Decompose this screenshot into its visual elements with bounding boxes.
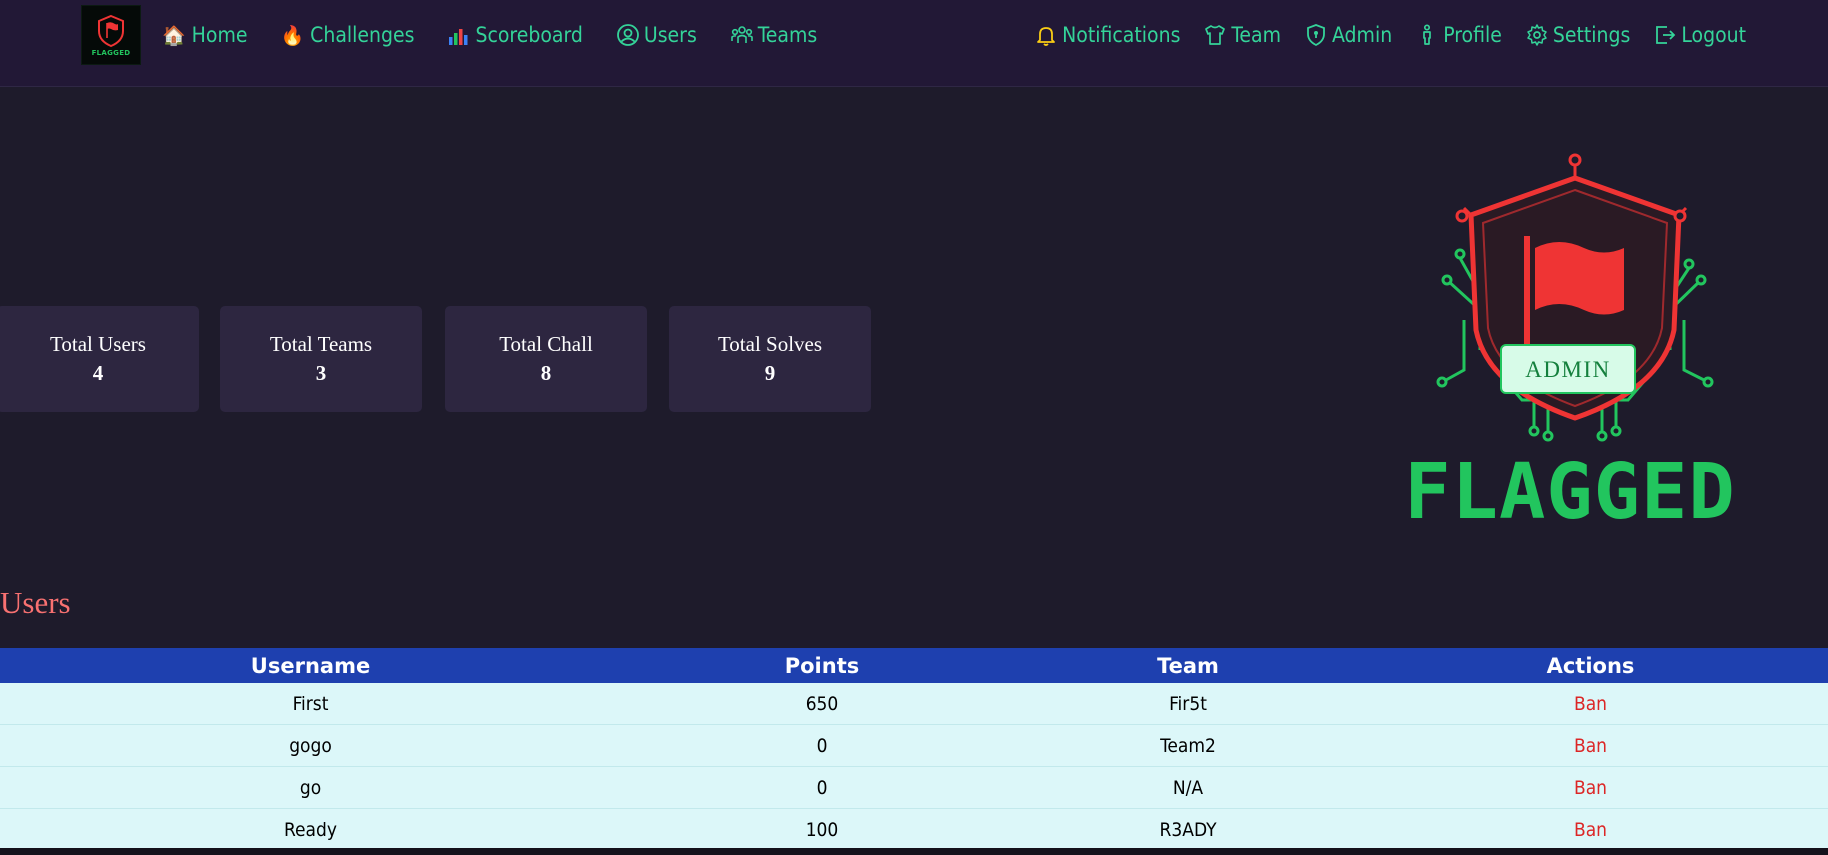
ban-button[interactable]: Ban [1353,766,1828,809]
users-table: Username Points Team Actions First 650 F… [0,648,1828,851]
cell-team: R3ADY [1023,808,1353,851]
emblem-badge-text: ADMIN [1525,357,1610,382]
brand-logo-text: FLAGGED [91,48,131,57]
cell-points: 0 [621,724,1023,767]
stat-label: Total Chall [499,332,593,356]
column-header-team: Team [1023,648,1353,683]
ban-button[interactable]: Ban [1353,808,1828,851]
stat-label: Total Solves [717,332,823,356]
users-section-title: Users [0,585,71,620]
ban-button[interactable]: Ban [1353,724,1828,767]
user-circle-icon [616,24,639,46]
nav-admin-label: Admin [1332,23,1393,47]
table-header-row: Username Points Team Actions [0,648,1828,683]
stat-label: Total Users [50,332,146,356]
stat-card-challenges: Total Chall 8 [445,306,647,412]
bar-chart-icon [449,29,468,45]
cell-team: Fir5t [1023,683,1353,725]
column-header-username: Username [0,648,621,683]
brand-logo[interactable]: FLAGGED [81,5,141,65]
stat-value: 3 [315,361,327,385]
cell-points: 650 [621,683,1023,725]
nav-scoreboard-label: Scoreboard [475,23,583,47]
nav-challenges-link[interactable]: 🔥 Challenges [280,23,414,47]
nav-profile-label: Profile [1443,23,1502,47]
stat-label: Total Teams [269,332,373,356]
table-row: Ready 100 R3ADY Ban [0,808,1828,851]
nav-users-link[interactable]: Users [616,23,697,47]
nav-home-label: Home [191,23,248,47]
nav-notifications-link[interactable]: Notifications [1034,23,1180,47]
stat-card-solves: Total Solves 9 [669,306,871,412]
shirt-icon [1205,25,1226,45]
nav-teams-link[interactable]: Teams [730,23,817,47]
nav-users-label: Users [643,23,697,47]
nav-admin-link[interactable]: Admin [1304,23,1392,47]
bell-icon [1037,27,1056,46]
emblem-wordmark: FLAGGED [1404,448,1736,537]
nav-teams-label: Teams [757,23,818,47]
table-row: First 650 Fir5t Ban [0,683,1828,725]
shield-icon [1307,24,1325,47]
fire-icon: 🔥 [280,24,305,47]
cell-team: Team2 [1023,724,1353,767]
stat-card-users: Total Users 4 [0,306,199,412]
nav-settings-label: Settings [1552,23,1631,47]
stat-card-teams: Total Teams 3 [220,306,422,412]
nav-home-link[interactable]: 🏠 Home [162,23,247,47]
nav-notifications-label: Notifications [1062,23,1181,47]
table-row: gogo 0 Team2 Ban [0,724,1828,767]
nav-challenges-label: Challenges [310,23,415,47]
shield-flag-icon [98,14,124,47]
cell-username: gogo [0,724,621,767]
stat-value: 4 [92,361,104,385]
people-icon [730,26,753,43]
stat-value: 8 [540,361,552,385]
column-header-points: Points [621,648,1023,683]
cell-username: First [0,683,621,725]
cell-username: go [0,766,621,809]
cell-points: 0 [621,766,1023,809]
nav-team-label: Team [1231,23,1281,47]
cell-username: Ready [0,808,621,851]
stat-value: 9 [764,361,776,385]
nav-team-link[interactable]: Team [1203,23,1281,47]
top-navbar: FLAGGED 🏠 Home 🔥 Challenges Scoreboard U… [0,0,1828,87]
ban-button[interactable]: Ban [1353,683,1828,725]
table-row: go 0 N/A Ban [0,766,1828,809]
nav-logout-link[interactable]: Logout [1653,23,1746,47]
cell-points: 100 [621,808,1023,851]
nav-scoreboard-link[interactable]: Scoreboard [447,23,583,47]
cell-team: N/A [1023,766,1353,809]
nav-settings-link[interactable]: Settings [1525,23,1631,47]
flagged-admin-emblem: ADMIN FLAGGED [1404,153,1736,537]
person-icon [1423,24,1432,45]
column-header-actions: Actions [1353,648,1828,683]
nav-logout-label: Logout [1681,23,1746,47]
page-bottom-edge [0,848,1828,855]
gear-icon [1527,24,1547,46]
home-icon: 🏠 [162,24,186,47]
logout-icon [1656,26,1676,44]
nav-profile-link[interactable]: Profile [1415,23,1502,47]
stats-row: Total Users 4 Total Teams 3 Total Chall … [0,306,880,412]
